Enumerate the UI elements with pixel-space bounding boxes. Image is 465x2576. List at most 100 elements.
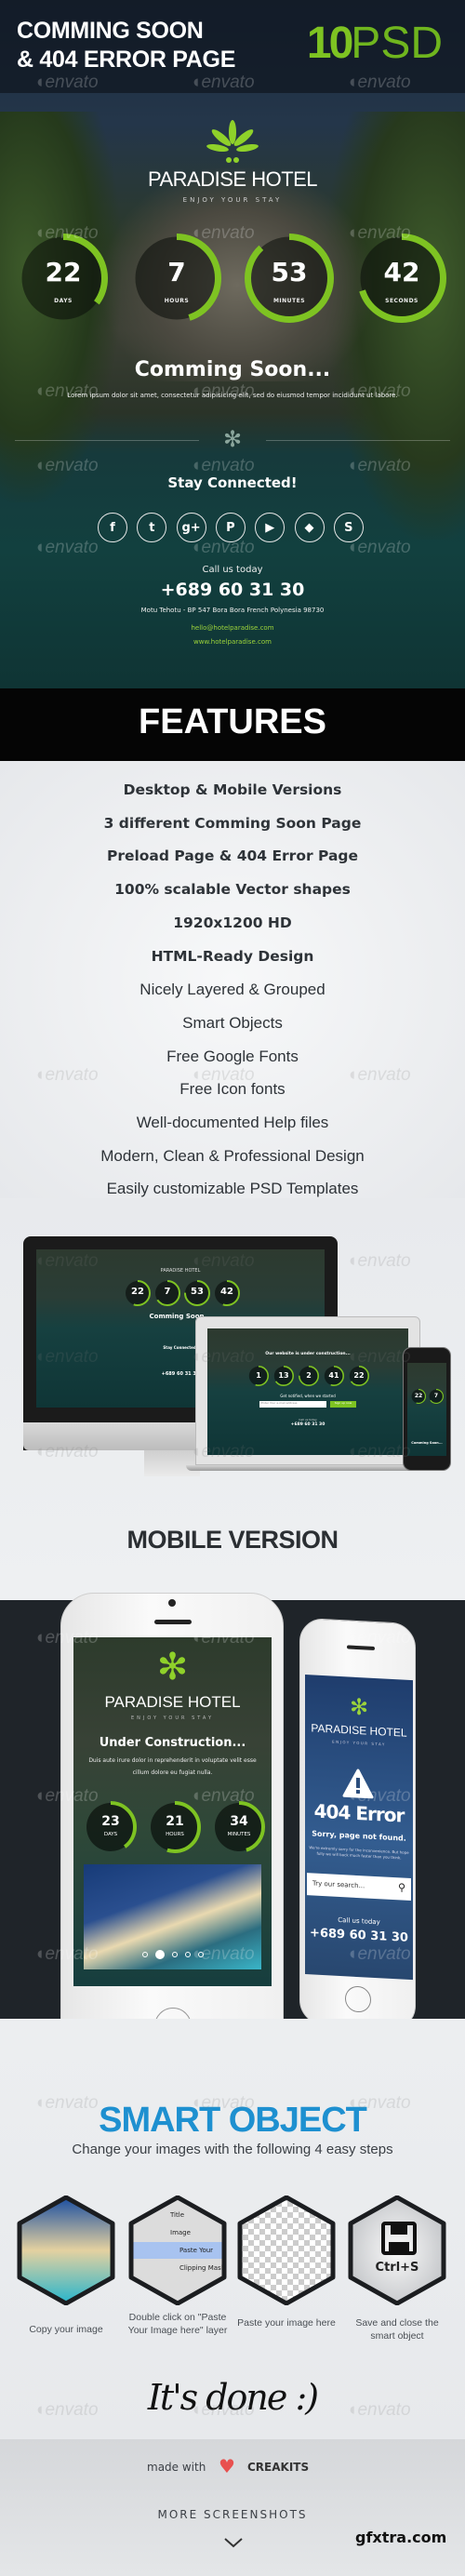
envato-watermark: ◖envato <box>191 1251 255 1271</box>
slider-dot[interactable] <box>154 1950 165 1959</box>
layer-item: Image <box>170 2229 191 2236</box>
envato-watermark: ◖envato <box>191 1786 255 1806</box>
envato-watermark: ◖envato <box>34 73 99 92</box>
envato-watermark: ◖envato <box>34 538 99 557</box>
email-link[interactable]: hello@hotelparadise.com <box>0 624 465 632</box>
envato-watermark: ◖envato <box>34 1628 99 1648</box>
envato-watermark: ◖envato <box>347 1251 411 1271</box>
hero-section: COMMING SOON & 404 ERROR PAGE 10PSD PARAD… <box>0 0 465 688</box>
phone-number: +689 60 31 30 <box>160 580 305 600</box>
laptop-base <box>186 1465 430 1471</box>
envato-watermark: ◖envato <box>191 2400 255 2420</box>
palm-logo-icon <box>206 120 259 163</box>
countdown-days: 22 DAYS <box>19 234 108 323</box>
envato-watermark: ◖envato <box>34 2093 99 2113</box>
twitter-icon[interactable]: t <box>137 513 167 542</box>
envato-watermark: ◖envato <box>347 1628 411 1648</box>
creakits-brand[interactable]: CREAKITS <box>247 2461 309 2474</box>
envato-watermark: ◖envato <box>347 381 411 401</box>
countdown-ring: 22 <box>349 1366 369 1386</box>
page-title: COMMING SOON & 404 ERROR PAGE <box>17 18 236 73</box>
envato-watermark: ◖envato <box>34 456 99 475</box>
heart-icon: ♥ <box>219 2455 235 2477</box>
divider <box>266 440 450 441</box>
envato-watermark: ◖envato <box>347 223 411 243</box>
facebook-icon[interactable]: f <box>98 513 127 542</box>
envato-watermark: ◖envato <box>191 223 255 243</box>
countdown-ring: 2 <box>299 1366 319 1386</box>
envato-watermark: ◖envato <box>347 1442 411 1462</box>
envato-watermark: ◖envato <box>347 456 411 475</box>
smart-object-subtitle: Change your images with the following 4 … <box>72 2142 393 2157</box>
envato-watermark: ◖envato <box>191 538 255 557</box>
step-caption: Copy your image <box>29 2324 103 2335</box>
brand-name: PARADISE HOTEL <box>147 167 318 191</box>
countdown-ring: 1 <box>248 1366 269 1386</box>
youtube-icon[interactable]: ▶ <box>255 513 286 542</box>
chevron-down-icon[interactable] <box>223 2537 244 2548</box>
laptop-email-input: Enter Your e-mail address <box>259 1401 326 1408</box>
envato-watermark: ◖envato <box>34 1442 99 1462</box>
search-icon[interactable]: ⚲ <box>398 1881 405 1893</box>
envato-watermark: ◖envato <box>34 1065 99 1085</box>
envato-watermark: ◖envato <box>34 1944 99 1964</box>
brand-tagline: ENJOY YOUR STAY <box>182 196 283 204</box>
feature-item: 100% scalable Vector shapes <box>114 881 351 899</box>
step-1-hexagon <box>17 2195 115 2306</box>
countdown-ring: 42 <box>214 1280 240 1306</box>
countdown-ring: 22 <box>125 1280 151 1306</box>
envato-watermark: ◖envato <box>191 1944 255 1964</box>
envato-watermark: ◖envato <box>191 1442 255 1462</box>
more-screenshots-link[interactable]: MORE SCREENSHOTS <box>0 2508 465 2521</box>
step-2-hexagon: Title Image Paste Your Clipping Mask <box>128 2195 227 2306</box>
step-caption: Paste your image here <box>237 2317 336 2329</box>
envato-watermark: ◖envato <box>191 456 255 475</box>
step-4-hexagon: Ctrl+S <box>348 2195 446 2306</box>
speaker <box>154 1620 192 1624</box>
dribbble-icon[interactable]: ◆ <box>294 513 325 542</box>
envato-watermark: ◖envato <box>347 1347 411 1367</box>
phone-under-construction: ✻ PARADISE HOTEL ENJOY YOUR STAY Under C… <box>60 1593 284 2063</box>
feature-item: Easily customizable PSD Templates <box>106 1180 359 1198</box>
address: Motu Tehotu - BP 547 Bora Bora French Po… <box>140 607 325 614</box>
envato-watermark: ◖envato <box>191 1347 255 1367</box>
countdown-days: 23 DAYS <box>85 1801 137 1853</box>
slider-dot[interactable] <box>141 1952 148 1957</box>
website-link[interactable]: www.hotelparadise.com <box>0 638 465 646</box>
countdown-ring: 22 <box>411 1389 426 1404</box>
home-button <box>345 1985 371 2013</box>
shortcut-label: Ctrl+S <box>375 2261 419 2275</box>
envato-watermark: ◖envato <box>347 1944 411 1964</box>
countdown-ring: 7 <box>154 1280 180 1306</box>
countdown-hours: 21 HOURS <box>149 1801 201 1853</box>
envato-watermark: ◖envato <box>347 2093 411 2113</box>
search-input[interactable]: Try our search... ⚲ <box>307 1873 411 1902</box>
envato-watermark: ◖envato <box>191 1628 255 1648</box>
envato-watermark: ◖envato <box>191 73 255 92</box>
feature-item: Well-documented Help files <box>136 1114 329 1131</box>
stay-connected-heading: Stay Connected! <box>167 474 298 491</box>
features-heading: FEATURES <box>139 702 326 741</box>
psd-count-badge: 10PSD <box>306 19 443 68</box>
envato-watermark: ◖envato <box>34 1786 99 1806</box>
envato-watermark: ◖envato <box>347 538 411 557</box>
countdown-hours: 7 HOURS <box>132 234 221 323</box>
mobile-version-heading: MOBILE VERSION <box>126 1526 339 1554</box>
feature-item: Smart Objects <box>182 1013 283 1032</box>
camera <box>168 1599 176 1607</box>
layer-item: Clipping Mask <box>179 2264 225 2272</box>
envato-watermark: ◖envato <box>191 1065 255 1085</box>
layer-item: Title <box>170 2211 185 2219</box>
countdown-minutes: 34 MINUTES <box>213 1801 265 1853</box>
palm-divider-icon: ✻ <box>222 426 243 452</box>
feature-item: 3 different Comming Soon Page <box>103 814 362 832</box>
slider-dot[interactable] <box>184 1952 191 1957</box>
slider-dot[interactable] <box>171 1952 178 1957</box>
envato-watermark: ◖envato <box>347 73 411 92</box>
made-with-label: made with <box>147 2461 206 2474</box>
envato-watermark: ◖envato <box>347 2400 411 2420</box>
envato-watermark: ◖envato <box>34 381 99 401</box>
step-3-hexagon <box>237 2195 336 2306</box>
phone-screen: ✻ PARADISE HOTEL ENJOY YOUR STAY Under C… <box>73 1637 272 1986</box>
site-watermark: gfxtra.com <box>355 2529 447 2546</box>
